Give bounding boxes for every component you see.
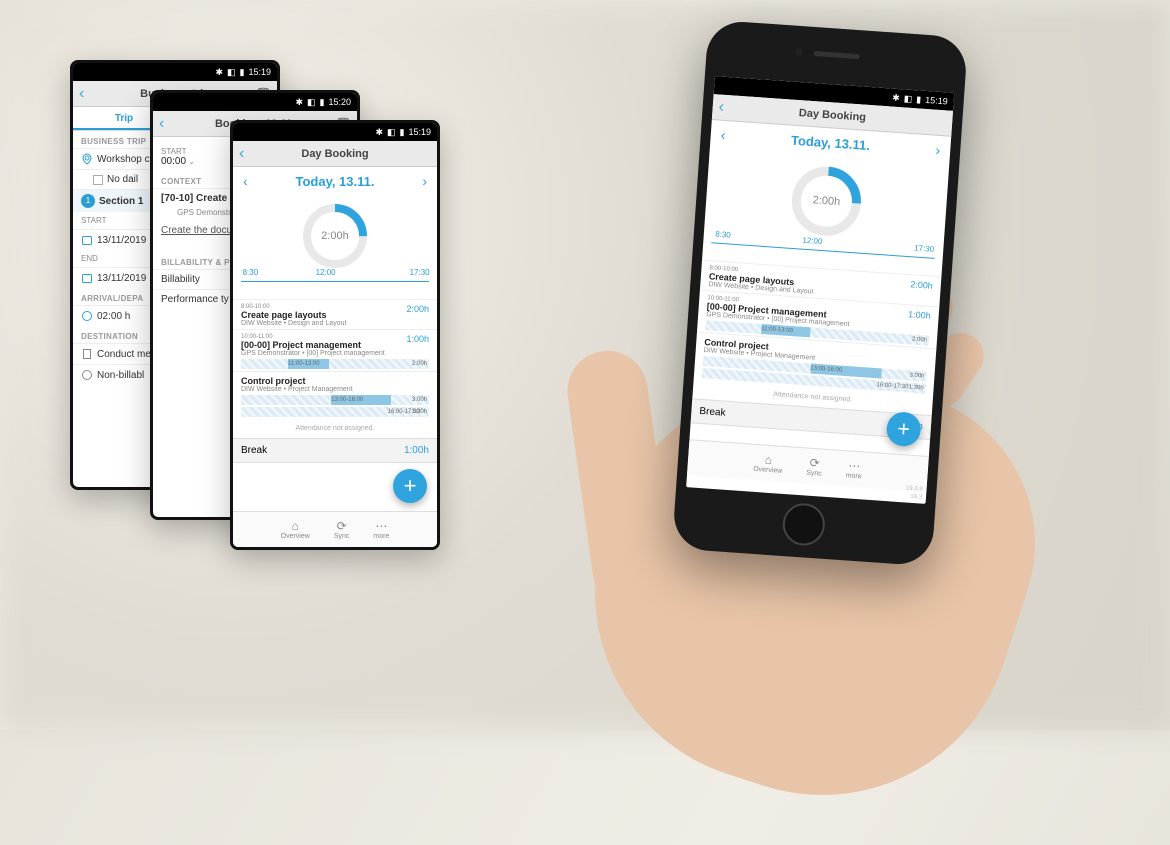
- bluetooth-icon: ✱: [892, 92, 900, 103]
- more-icon: ⋯: [373, 519, 389, 533]
- screen-day-booking: ✱ ◧ ▮ 15:19 ‹ Day Booking ‹ Today, 13.11…: [230, 120, 440, 550]
- bottom-nav: ⌂Overview ⟳Sync ⋯more: [233, 511, 437, 547]
- next-day-icon[interactable]: ›: [935, 142, 941, 158]
- status-time: 15:20: [328, 97, 351, 107]
- nav-overview[interactable]: ⌂Overview: [753, 452, 784, 475]
- bluetooth-icon: ✱: [215, 67, 223, 78]
- fab-add[interactable]: +: [393, 469, 427, 503]
- iphone-screen: ✱ ◧ ▮ 15:19 ‹ Day Booking ‹ Today, 13.11…: [686, 76, 954, 504]
- status-time: 15:19: [925, 95, 948, 107]
- calendar-icon: [81, 234, 93, 246]
- iphone-device: ✱ ◧ ▮ 15:19 ‹ Day Booking ‹ Today, 13.11…: [672, 20, 968, 567]
- signal-icon: ◧: [387, 127, 396, 138]
- status-time: 15:19: [408, 127, 431, 137]
- battery-icon: ▮: [320, 97, 325, 108]
- status-bar: ✱ ◧ ▮ 15:19: [233, 123, 437, 141]
- camera: [794, 48, 803, 57]
- nav-more[interactable]: ⋯more: [845, 458, 862, 480]
- money-icon: [81, 369, 93, 381]
- version: 19.3.919.3: [905, 484, 923, 501]
- home-icon: ⌂: [281, 519, 310, 533]
- prev-day-icon[interactable]: ‹: [243, 173, 248, 189]
- signal-icon: ◧: [903, 93, 912, 105]
- status-bar: ✱ ◧ ▮ 15:19: [73, 63, 277, 81]
- date-label[interactable]: Today, 13.11.: [295, 174, 374, 189]
- entry-2[interactable]: 10:00-11:00 [00-00] Project management G…: [233, 329, 437, 371]
- status-time: 15:19: [248, 67, 271, 77]
- date-nav: ‹ Today, 13.11. ›: [233, 167, 437, 195]
- donut-value: 2:00h: [785, 160, 868, 243]
- header-title: Day Booking: [233, 148, 437, 160]
- nav-sync[interactable]: ⟳Sync: [334, 519, 350, 540]
- battery-icon: ▮: [916, 94, 922, 105]
- battery-icon: ▮: [240, 67, 245, 78]
- battery-icon: ▮: [400, 127, 405, 138]
- plus-icon: +: [404, 473, 417, 499]
- sync-icon: ⟳: [806, 456, 823, 471]
- plus-icon: +: [896, 416, 911, 443]
- break-row[interactable]: Break 1:00h: [233, 438, 437, 463]
- signal-icon: ◧: [227, 67, 236, 78]
- home-button[interactable]: [781, 502, 826, 547]
- bluetooth-icon: ✱: [375, 127, 383, 138]
- timeline: 8:30 12:00 17:30: [241, 281, 429, 299]
- header: ‹ Day Booking: [233, 141, 437, 167]
- section-number-icon: 1: [81, 194, 95, 208]
- note: Attendance not assigned.: [233, 419, 437, 438]
- signal-icon: ◧: [307, 97, 316, 108]
- date-label[interactable]: Today, 13.11.: [791, 132, 871, 152]
- location-icon: [81, 153, 93, 165]
- nav-overview[interactable]: ⌂Overview: [281, 519, 310, 540]
- entry-1[interactable]: 8:00-10:00 Create page layouts DIW Websi…: [233, 299, 437, 329]
- entry-3[interactable]: Control project DIW Website • Project Ma…: [233, 371, 437, 419]
- more-icon: ⋯: [846, 458, 863, 473]
- bottom-nav: ⌂Overview ⟳Sync ⋯more: [687, 439, 929, 492]
- status-bar: ✱ ◧ ▮ 15:20: [153, 93, 357, 111]
- bluetooth-icon: ✱: [295, 97, 303, 108]
- nav-sync[interactable]: ⟳Sync: [806, 456, 823, 478]
- calendar-icon: [81, 272, 93, 284]
- next-day-icon[interactable]: ›: [422, 173, 427, 189]
- nav-more[interactable]: ⋯more: [373, 519, 389, 540]
- donut-chart: 2:00h: [703, 148, 949, 259]
- sync-icon: ⟳: [334, 519, 350, 533]
- checkbox-icon[interactable]: [93, 175, 103, 185]
- prev-day-icon[interactable]: ‹: [720, 127, 726, 143]
- clock-icon: [81, 310, 93, 322]
- speaker: [814, 51, 860, 59]
- doc-icon: [81, 348, 93, 360]
- donut-value: 2:00h: [300, 201, 370, 271]
